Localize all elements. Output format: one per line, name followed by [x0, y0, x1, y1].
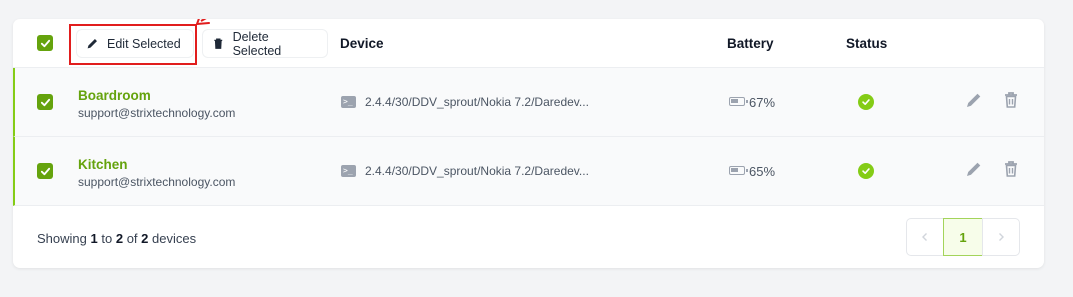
edit-row-pencil-icon[interactable] — [965, 160, 983, 178]
pagination-page-button[interactable]: 1 — [943, 218, 983, 256]
battery-percent: 67% — [749, 95, 776, 110]
device-name-link[interactable]: Boardroom — [78, 88, 151, 103]
row-checkbox[interactable] — [37, 94, 53, 110]
chevron-right-icon — [999, 233, 1004, 241]
battery-fill — [731, 168, 739, 172]
trash-icon — [214, 38, 223, 49]
annotation-arrow-icon — [196, 19, 210, 25]
column-header-status[interactable]: Status — [846, 36, 887, 51]
table-row[interactable]: Kitchen support@strixtechnology.com >_ 2… — [13, 137, 1044, 206]
pagination-prev-button[interactable] — [906, 218, 944, 256]
showing-total: 2 — [141, 231, 149, 246]
pencil-icon — [87, 39, 97, 49]
showing-suffix: devices — [152, 231, 197, 246]
delete-selected-label: Delete Selected — [232, 29, 282, 58]
pagination-summary: Showing 1 to 2 of 2 devices — [37, 231, 196, 246]
showing-to-word: to — [101, 231, 113, 246]
delete-selected-button[interactable]: Delete Selected — [203, 29, 327, 58]
checkmark-icon — [40, 39, 50, 47]
edit-row-pencil-icon[interactable] — [965, 91, 983, 109]
showing-of-word: of — [126, 231, 138, 246]
showing-prefix: Showing — [37, 231, 87, 246]
checkmark-icon — [40, 98, 50, 106]
showing-from: 1 — [90, 231, 98, 246]
delete-row-trash-icon[interactable] — [1002, 91, 1020, 109]
battery-icon — [729, 166, 748, 175]
row-checkbox[interactable] — [37, 163, 53, 179]
check-circle-icon — [858, 163, 874, 179]
device-info: 2.4.4/30/DDV_sprout/Nokia 7.2/Daredev... — [365, 164, 589, 178]
battery-fill — [731, 99, 739, 103]
pagination-next-button[interactable] — [982, 218, 1020, 256]
check-circle-icon — [858, 94, 874, 110]
chevron-left-icon — [922, 233, 927, 241]
terminal-icon: >_ — [341, 96, 356, 108]
battery-icon — [729, 97, 748, 106]
device-email: support@strixtechnology.com — [78, 175, 236, 189]
edit-selected-label: Edit Selected — [107, 36, 181, 51]
device-name-link[interactable]: Kitchen — [78, 157, 128, 172]
column-header-device[interactable]: Device — [340, 36, 384, 51]
column-header-battery[interactable]: Battery — [727, 36, 774, 51]
battery-percent: 65% — [749, 164, 776, 179]
delete-row-trash-icon[interactable] — [1002, 160, 1020, 178]
terminal-icon: >_ — [341, 165, 356, 177]
device-info: 2.4.4/30/DDV_sprout/Nokia 7.2/Daredev... — [365, 95, 589, 109]
edit-selected-button[interactable]: Edit Selected — [77, 30, 193, 57]
devices-card: Edit Selected Delete Selected Device Bat… — [13, 19, 1044, 268]
table-row[interactable]: Boardroom support@strixtechnology.com >_… — [13, 68, 1044, 137]
table-header: Edit Selected Delete Selected Device Bat… — [13, 19, 1044, 68]
showing-to: 2 — [115, 231, 124, 246]
table-footer: Showing 1 to 2 of 2 devices — [13, 207, 1044, 268]
checkmark-icon — [40, 167, 50, 175]
device-email: support@strixtechnology.com — [78, 106, 236, 120]
select-all-checkbox[interactable] — [37, 35, 53, 51]
